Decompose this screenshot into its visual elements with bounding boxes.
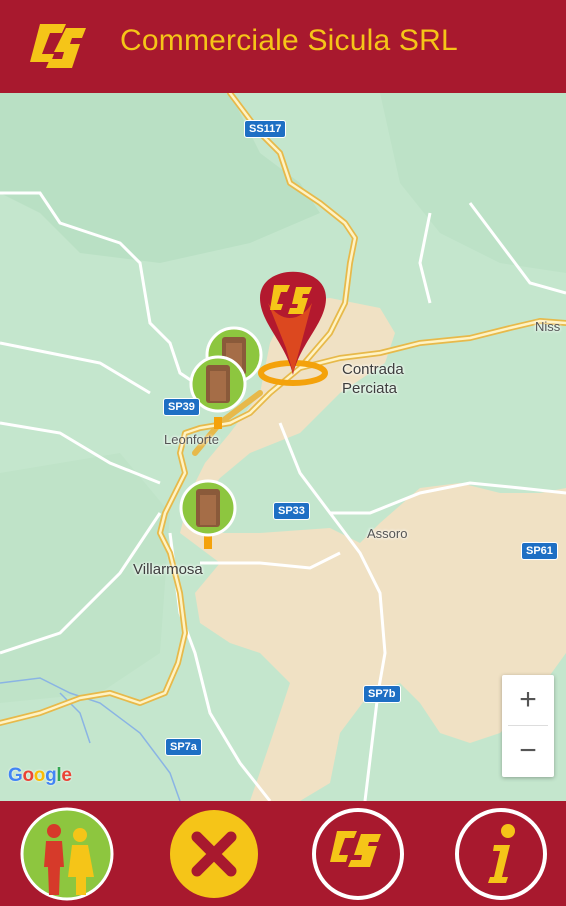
company-button[interactable] <box>311 807 405 901</box>
restroom-button[interactable] <box>20 807 114 901</box>
road-label-sp7b: SP7b <box>363 685 401 703</box>
app-header: Commerciale Sicula SRL <box>0 0 566 93</box>
zoom-controls: + − <box>502 675 554 777</box>
google-logo: Google <box>8 765 72 786</box>
zoom-out-button[interactable]: − <box>502 726 554 776</box>
map-canvas[interactable] <box>0 93 566 801</box>
road-label-sp61: SP61 <box>521 542 558 560</box>
road-label-ss117: SS117 <box>244 120 287 138</box>
close-x-icon <box>170 810 258 898</box>
close-button[interactable] <box>167 807 261 901</box>
road-label-sp33: SP33 <box>273 502 310 520</box>
place-villarmosa: Villarmosa <box>133 561 203 578</box>
place-assoro: Assoro <box>367 526 408 541</box>
bottom-nav <box>0 801 566 901</box>
place-contrada-perciata: Contrada Perciata <box>342 361 404 397</box>
place-leonforte: Leonforte <box>164 432 219 447</box>
place-niss: Niss <box>535 319 561 334</box>
road-label-sp39: SP39 <box>163 398 200 416</box>
restroom-people-icon <box>20 807 114 901</box>
cs-logo-icon <box>30 24 86 68</box>
map-view[interactable]: SS117 SP39 SP33 SP61 SP7b SP7a Contrada … <box>0 93 566 801</box>
road-label-sp7a: SP7a <box>165 738 202 756</box>
zoom-in-button[interactable]: + <box>502 675 554 725</box>
app-title: Commerciale Sicula SRL <box>120 24 458 57</box>
cs-logo-icon <box>312 808 404 900</box>
info-button[interactable] <box>454 807 548 901</box>
info-icon <box>455 808 547 900</box>
